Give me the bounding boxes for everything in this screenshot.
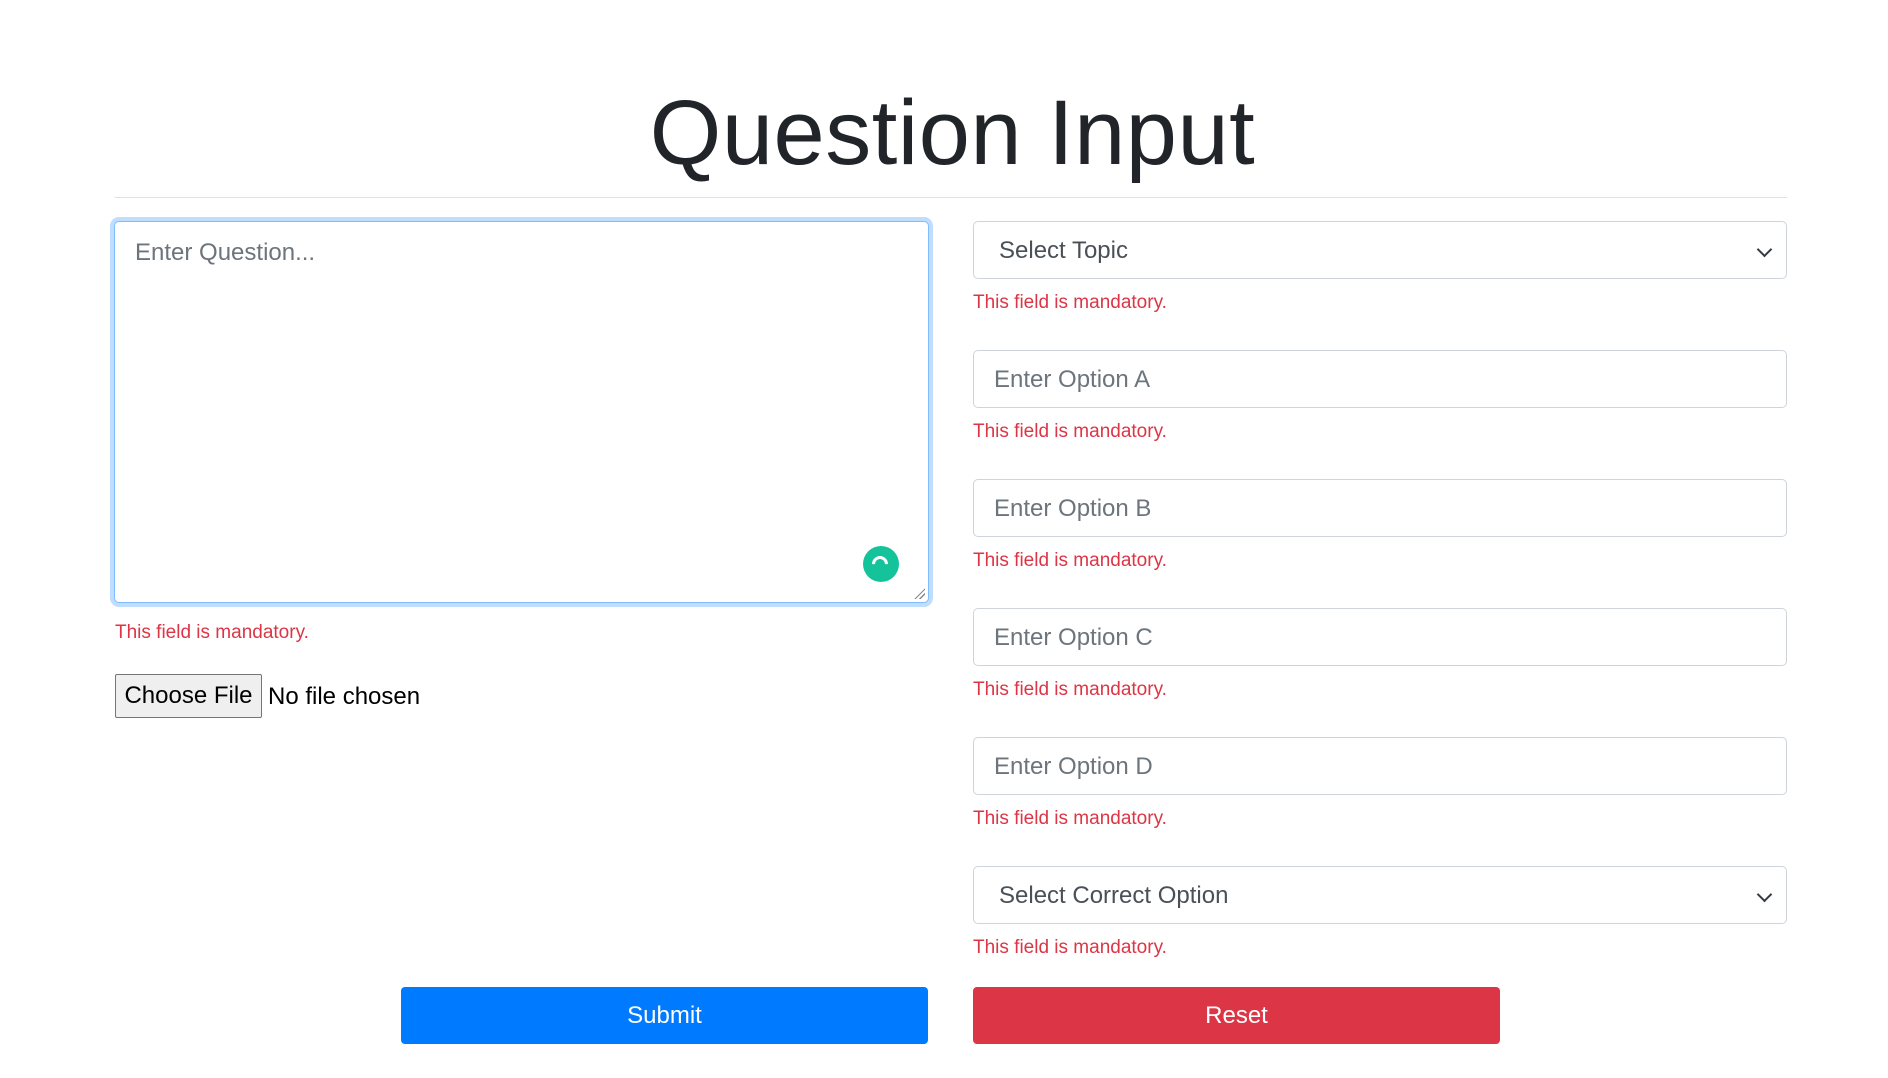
grammar-assistant-icon[interactable]	[863, 546, 899, 582]
choose-file-button[interactable]: Choose File	[115, 674, 262, 718]
option-d-placeholder: Enter Option D	[994, 753, 1153, 780]
option-b-placeholder: Enter Option B	[994, 495, 1152, 522]
option-b-input[interactable]: Enter Option B	[973, 479, 1787, 537]
option-d-error: This field is mandatory.	[973, 808, 1167, 829]
option-d-input[interactable]: Enter Option D	[973, 737, 1787, 795]
question-placeholder: Enter Question...	[135, 239, 316, 266]
chevron-down-icon	[1756, 241, 1773, 258]
option-a-input[interactable]: Enter Option A	[973, 350, 1787, 408]
file-status: No file chosen	[268, 683, 421, 710]
reset-button[interactable]: Reset	[973, 987, 1500, 1044]
option-b-error: This field is mandatory.	[973, 550, 1167, 571]
option-c-input[interactable]: Enter Option C	[973, 608, 1787, 666]
question-input-page: Question Input Enter Question... This fi…	[0, 0, 1888, 1078]
submit-button[interactable]: Submit	[401, 987, 928, 1044]
topic-select-value: Select Topic	[999, 237, 1128, 264]
correct-option-select[interactable]: Select Correct Option	[973, 866, 1787, 924]
option-a-placeholder: Enter Option A	[994, 366, 1151, 393]
question-textarea[interactable]: Enter Question...	[114, 221, 929, 603]
chevron-down-icon	[1756, 886, 1773, 903]
resize-handle-icon[interactable]	[913, 587, 925, 599]
question-error: This field is mandatory.	[115, 622, 309, 643]
correct-option-error: This field is mandatory.	[973, 937, 1167, 958]
correct-option-select-value: Select Correct Option	[999, 882, 1229, 909]
topic-error: This field is mandatory.	[973, 292, 1167, 313]
option-c-error: This field is mandatory.	[973, 679, 1167, 700]
option-c-placeholder: Enter Option C	[994, 624, 1153, 651]
topic-select[interactable]: Select Topic	[973, 221, 1787, 279]
page-title: Question Input	[649, 82, 1256, 184]
option-a-error: This field is mandatory.	[973, 421, 1167, 442]
title-divider	[115, 197, 1787, 198]
